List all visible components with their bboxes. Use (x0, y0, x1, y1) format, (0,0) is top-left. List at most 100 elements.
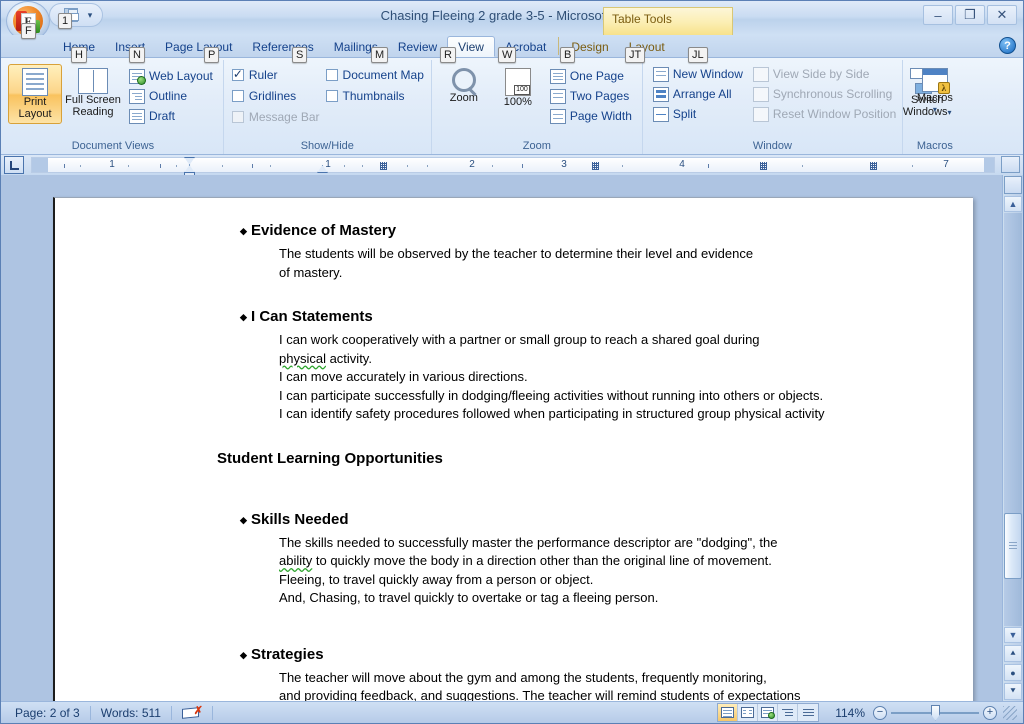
web-layout-small-icon (761, 707, 776, 719)
next-page-button[interactable]: ⯆ (1004, 683, 1022, 700)
zoom-in-button[interactable]: + (983, 705, 997, 720)
status-view-web-layout[interactable] (758, 704, 779, 721)
zoom-percentage[interactable]: 114% (827, 706, 873, 720)
tab-page-layout[interactable]: Page Layout (155, 36, 242, 57)
two-pages-icon (549, 88, 566, 104)
draft-icon (129, 108, 145, 124)
contextual-tab-group-table-tools: Table Tools (603, 7, 733, 35)
paragraph-line: The teacher will move about the gym and … (279, 669, 767, 685)
ribbon-group-document-views: Print Layout Full Screen Reading Web Lay… (3, 60, 223, 154)
outline-label: Outline (149, 89, 188, 103)
tab-stop-marker-4[interactable] (870, 162, 877, 170)
outline-small-icon (781, 707, 794, 718)
outline-button[interactable]: Outline (124, 86, 218, 106)
status-view-draft[interactable] (798, 704, 818, 721)
ruler-checkbox[interactable] (231, 67, 244, 81)
ruler-corner-button[interactable] (1001, 156, 1020, 173)
select-browse-object-button[interactable]: ● (1004, 664, 1022, 681)
two-pages-button[interactable]: Two Pages (545, 86, 637, 106)
minimize-button[interactable]: – (923, 5, 953, 25)
one-page-icon (549, 68, 566, 84)
spelling-errors-icon[interactable]: ✗ (181, 705, 203, 720)
page-width-label: Page Width (569, 109, 632, 123)
thumbnails-checkbox-row[interactable]: Thumbnails (323, 85, 427, 106)
draft-button[interactable]: Draft (124, 106, 218, 126)
view-side-by-side-icon (752, 66, 769, 82)
web-layout-label: Web Layout (149, 69, 213, 83)
scroll-up-button[interactable]: ▲ (1004, 196, 1022, 212)
tab-stop-marker-3[interactable] (760, 162, 767, 170)
close-button[interactable]: ✕ (987, 5, 1017, 25)
thumbnails-checkbox[interactable] (325, 89, 338, 102)
page-width-button[interactable]: Page Width (545, 106, 637, 126)
split-window-handle[interactable] (1004, 176, 1022, 194)
word-application-window: F F ▾ 1 Chasing Fleeing 2 grade 3-5 - Mi… (0, 0, 1024, 724)
synchronous-scrolling-icon (752, 86, 769, 102)
ruler-checkbox-row[interactable]: Ruler (229, 64, 323, 85)
tab-stop-marker-2[interactable] (592, 162, 599, 170)
tab-review[interactable]: Review (388, 36, 447, 57)
full-screen-reading-button[interactable]: Full Screen Reading (62, 64, 124, 122)
macros-button[interactable]: λ Macros ▾ (908, 64, 962, 120)
status-view-outline[interactable] (778, 704, 799, 721)
status-view-print-layout[interactable] (718, 704, 739, 721)
tab-stop-marker-1[interactable] (380, 162, 387, 170)
horizontal-ruler[interactable]: 1 1 2 3 4 7 (31, 157, 995, 178)
ruler-number-4: 3 (561, 159, 567, 170)
zoom-slider-thumb[interactable] (931, 704, 940, 721)
document-scroll-region[interactable]: Evidence of Mastery The students will be… (1, 175, 1002, 701)
ruler-label: Ruler (248, 67, 278, 82)
print-layout-small-icon (721, 707, 735, 718)
heading-strategies: Strategies (79, 646, 939, 663)
previous-page-button[interactable]: ⯅ (1004, 645, 1022, 662)
web-layout-button[interactable]: Web Layout (124, 66, 218, 86)
gridlines-checkbox[interactable] (231, 89, 244, 102)
print-layout-button[interactable]: Print Layout (8, 64, 62, 124)
gridlines-label: Gridlines (248, 88, 297, 103)
zoom-out-button[interactable]: − (873, 705, 887, 720)
split-label: Split (672, 107, 697, 121)
paragraph-evidence-of-mastery: The students will be observed by the tea… (79, 245, 939, 282)
ribbon-group-zoom: Zoom 100% One Page Two Pages (430, 60, 642, 154)
document-map-checkbox[interactable] (325, 68, 338, 81)
split-button[interactable]: Split (648, 104, 748, 124)
zoom-dialog-button[interactable]: Zoom (437, 64, 491, 108)
synchronous-scrolling-label: Synchronous Scrolling (772, 87, 893, 101)
new-window-button[interactable]: New Window (648, 64, 748, 84)
scrollbar-track[interactable] (1004, 213, 1022, 626)
first-line-indent-marker[interactable] (184, 157, 195, 165)
scrollbar-thumb[interactable] (1004, 513, 1022, 579)
zoom-slider-track[interactable] (891, 704, 979, 721)
status-separator (211, 705, 213, 720)
resize-grip[interactable] (1003, 705, 1017, 720)
spellcheck-word-physical[interactable]: physical (279, 351, 326, 366)
page-content[interactable]: Evidence of Mastery The students will be… (55, 198, 973, 701)
arrange-all-button[interactable]: Arrange All (648, 84, 748, 104)
document-page[interactable]: Evidence of Mastery The students will be… (53, 197, 973, 701)
group-title-show-hide: Show/Hide (300, 140, 354, 152)
print-layout-label-2: Layout (18, 108, 52, 120)
status-view-full-screen-reading[interactable] (738, 704, 759, 721)
spellcheck-word-ability[interactable]: ability (279, 553, 312, 568)
document-map-checkbox-row[interactable]: Document Map (323, 64, 427, 85)
tab-references[interactable]: References (242, 36, 323, 57)
word-count-indicator[interactable]: Words: 511 (91, 706, 171, 720)
full-screen-reading-label-2: Reading (72, 106, 114, 118)
gridlines-checkbox-row[interactable]: Gridlines (229, 85, 323, 106)
tab-stop-selector-button[interactable] (4, 156, 24, 174)
message-bar-label: Message Bar (248, 109, 320, 124)
zoom-100-button[interactable]: 100% (491, 64, 545, 112)
synchronous-scrolling-button: Synchronous Scrolling (748, 84, 900, 104)
restore-button[interactable]: ❐ (955, 5, 985, 25)
new-window-icon (652, 66, 669, 82)
vertical-scrollbar[interactable]: ▲ ▼ ⯅ ● ⯆ (1002, 175, 1023, 701)
scroll-down-button[interactable]: ▼ (1004, 627, 1022, 643)
help-button[interactable]: ? (999, 37, 1016, 54)
ribbon-group-show-hide: Ruler Gridlines Message Bar Document Map (222, 60, 431, 154)
status-separator (170, 705, 172, 720)
page-indicator[interactable]: Page: 2 of 3 (5, 706, 90, 720)
keytip-tab-references: S (292, 47, 308, 63)
ribbon-group-macros: λ Macros ▾ Macros (901, 60, 967, 154)
one-page-button[interactable]: One Page (545, 66, 637, 86)
new-window-label: New Window (672, 67, 743, 81)
